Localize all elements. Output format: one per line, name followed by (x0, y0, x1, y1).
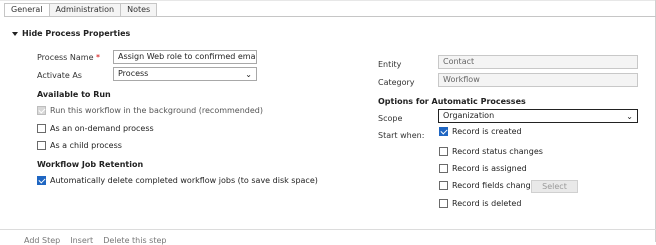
record-assigned-label: Record is assigned (452, 164, 527, 173)
chevron-down-icon: ⌄ (626, 112, 633, 121)
record-created-label: Record is created (452, 127, 522, 136)
record-created-checkbox[interactable] (439, 127, 448, 136)
top-border (0, 0, 656, 1)
start-when-label: Start when: (378, 131, 425, 140)
activate-as-label: Activate As (37, 71, 82, 80)
entity-label: Entity (378, 60, 402, 69)
scope-value: Organization (443, 111, 495, 120)
child-process-label: As a child process (50, 141, 122, 150)
auto-delete-checkbox[interactable] (37, 176, 46, 185)
record-fields-option[interactable]: Record fields change (439, 181, 536, 190)
section-title: Hide Process Properties (22, 29, 131, 38)
run-background-label: Run this workflow in the background (rec… (50, 106, 263, 115)
scope-select[interactable]: Organization ⌄ (438, 109, 638, 123)
available-heading: Available to Run (37, 90, 111, 99)
activate-as-value: Process (118, 69, 149, 78)
process-name-input[interactable]: Assign Web role to confirmed email (113, 50, 257, 64)
step-toolbar: Add Step Insert Delete this step (24, 236, 166, 245)
record-status-checkbox[interactable] (439, 147, 448, 156)
options-heading: Options for Automatic Processes (378, 97, 526, 106)
section-toggle[interactable]: Hide Process Properties (12, 29, 130, 38)
scope-label: Scope (378, 114, 403, 123)
process-name-label: Process Name * (37, 53, 100, 62)
category-label: Category (378, 78, 415, 87)
tab-bar: General Administration Notes (4, 3, 158, 17)
process-name-label-text: Process Name (37, 53, 94, 62)
record-assigned-checkbox[interactable] (439, 164, 448, 173)
child-process-checkbox[interactable] (37, 141, 46, 150)
record-deleted-label: Record is deleted (452, 199, 522, 208)
auto-delete-option[interactable]: Automatically delete completed workflow … (37, 176, 318, 185)
add-step-button[interactable]: Add Step (24, 236, 60, 245)
record-assigned-option[interactable]: Record is assigned (439, 164, 527, 173)
footer-divider (0, 229, 656, 230)
record-fields-checkbox[interactable] (439, 181, 448, 190)
chevron-down-icon: ⌄ (245, 70, 252, 79)
required-mark: * (96, 53, 101, 62)
retention-heading: Workflow Job Retention (37, 160, 144, 169)
run-background-option: Run this workflow in the background (rec… (37, 106, 263, 115)
on-demand-option[interactable]: As an on-demand process (37, 124, 154, 133)
record-status-label: Record status changes (452, 147, 543, 156)
tab-notes[interactable]: Notes (120, 3, 158, 17)
category-field: Workflow (438, 73, 638, 87)
on-demand-checkbox[interactable] (37, 124, 46, 133)
activate-as-select[interactable]: Process ⌄ (113, 67, 257, 81)
select-fields-button[interactable]: Select (531, 180, 578, 193)
tab-divider (4, 16, 656, 17)
tab-general[interactable]: General (4, 3, 50, 17)
record-status-option[interactable]: Record status changes (439, 147, 543, 156)
tab-administration[interactable]: Administration (48, 3, 122, 17)
insert-button[interactable]: Insert (70, 236, 93, 245)
delete-step-button[interactable]: Delete this step (103, 236, 166, 245)
record-deleted-option[interactable]: Record is deleted (439, 199, 521, 208)
entity-field: Contact (438, 55, 638, 69)
on-demand-label: As an on-demand process (50, 124, 154, 133)
caret-down-icon (12, 31, 18, 36)
auto-delete-label: Automatically delete completed workflow … (50, 176, 318, 185)
record-created-option[interactable]: Record is created (439, 127, 522, 136)
child-process-option[interactable]: As a child process (37, 141, 122, 150)
run-background-checkbox (37, 106, 46, 115)
record-fields-label: Record fields change (452, 181, 536, 190)
record-deleted-checkbox[interactable] (439, 199, 448, 208)
